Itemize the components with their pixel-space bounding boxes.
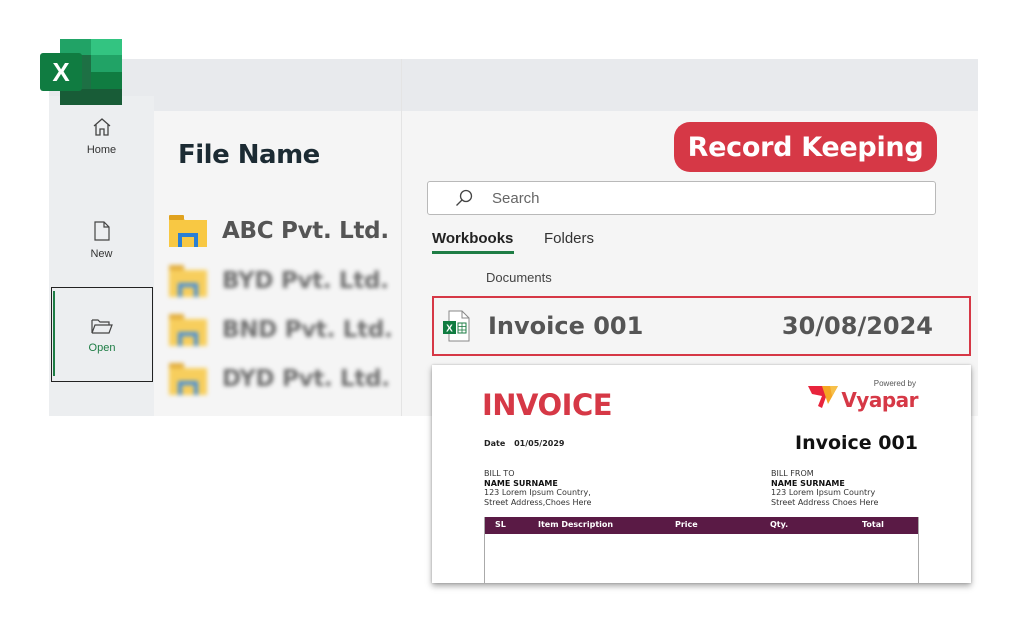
date-value: 01/05/2029	[514, 439, 565, 448]
sidebar-item-label: Home	[86, 144, 117, 156]
bill-from-line1: 123 Lorem Ipsum Country	[771, 488, 876, 497]
excel-logo-icon: X	[40, 39, 122, 105]
column-header-sl: SL	[495, 520, 506, 529]
invoice-table-header: SL Item Description Price Qty. Total	[485, 517, 918, 534]
bill-from-line2: Street Address Choes Here	[771, 497, 879, 507]
active-tab-indicator	[432, 251, 514, 254]
invoice-date: Date 01/05/2029	[484, 439, 564, 448]
vyapar-logo-icon	[808, 386, 838, 408]
invoice-number: Invoice 001	[795, 432, 918, 454]
sidebar: Home New Open	[49, 96, 154, 416]
folder-icon	[169, 363, 207, 395]
date-label: Date	[484, 439, 506, 448]
folder-name: BND Pvt. Ltd.	[222, 317, 393, 343]
folder-icon	[169, 265, 207, 297]
bill-to-line1: 123 Lorem Ipsum Country,	[484, 488, 591, 497]
file-list-item[interactable]: X Invoice 001 30/08/2024	[432, 296, 971, 356]
bill-to-line2: Street Address,Choes Here	[484, 497, 592, 507]
column-header-price: Price	[675, 520, 698, 529]
file-date: 30/08/2024	[781, 312, 933, 340]
home-icon	[93, 118, 110, 136]
invoice-preview: INVOICE Powered by Vyapar Date 01/05/202…	[432, 365, 971, 583]
sidebar-item-label: Open	[88, 341, 116, 354]
search-input[interactable]	[492, 189, 892, 207]
folder-item[interactable]: DYD Pvt. Ltd.	[168, 362, 390, 396]
folder-name: ABC Pvt. Ltd.	[222, 218, 389, 244]
folder-name: DYD Pvt. Ltd.	[222, 366, 390, 392]
search-icon	[456, 189, 473, 206]
vyapar-brand: Vyapar	[841, 388, 918, 412]
new-file-icon	[93, 221, 110, 241]
folder-item[interactable]: ABC Pvt. Ltd.	[168, 214, 389, 248]
sidebar-item-label: New	[90, 248, 113, 260]
folder-item[interactable]: BYD Pvt. Ltd.	[168, 264, 389, 298]
sidebar-item-new[interactable]: New	[49, 200, 154, 280]
powered-by-label: Powered by	[873, 379, 916, 388]
panel-divider	[401, 59, 402, 416]
folder-name: BYD Pvt. Ltd.	[222, 268, 389, 294]
column-header-total: Total	[862, 520, 884, 529]
bill-from-block: BILL FROM NAME SURNAME 123 Lorem Ipsum C…	[771, 469, 878, 507]
bill-from-name: NAME SURNAME	[771, 478, 845, 488]
excel-file-icon: X	[443, 310, 470, 342]
bill-to-name: NAME SURNAME	[484, 478, 558, 488]
column-header-qty: Qty.	[770, 520, 789, 529]
folder-open-icon	[91, 318, 113, 334]
vyapar-logo: Powered by Vyapar	[808, 379, 918, 413]
tab-workbooks[interactable]: Workbooks	[432, 230, 513, 247]
search-bar[interactable]	[427, 181, 936, 215]
tab-folders[interactable]: Folders	[544, 230, 594, 247]
record-keeping-badge: Record Keeping	[674, 122, 937, 172]
excel-logo-letter: X	[52, 57, 70, 87]
bill-to-block: BILL TO NAME SURNAME 123 Lorem Ipsum Cou…	[484, 469, 591, 507]
column-header-item-description: Item Description	[538, 520, 614, 529]
title-bar	[49, 59, 978, 111]
folder-item[interactable]: BND Pvt. Ltd.	[168, 313, 393, 347]
invoice-items-table: SL Item Description Price Qty. Total	[484, 517, 919, 583]
sidebar-item-home[interactable]: Home	[49, 96, 154, 176]
bill-to-label: BILL TO	[484, 469, 515, 478]
folder-icon	[169, 215, 207, 247]
invoice-title: INVOICE	[482, 388, 613, 422]
folder-icon	[169, 314, 207, 346]
file-name: Invoice 001	[488, 312, 644, 340]
svg-text:X: X	[446, 324, 453, 335]
sidebar-item-open[interactable]: Open	[51, 287, 153, 382]
bill-from-label: BILL FROM	[771, 469, 814, 478]
documents-section-label: Documents	[486, 270, 552, 285]
file-name-heading: File Name	[178, 140, 320, 170]
